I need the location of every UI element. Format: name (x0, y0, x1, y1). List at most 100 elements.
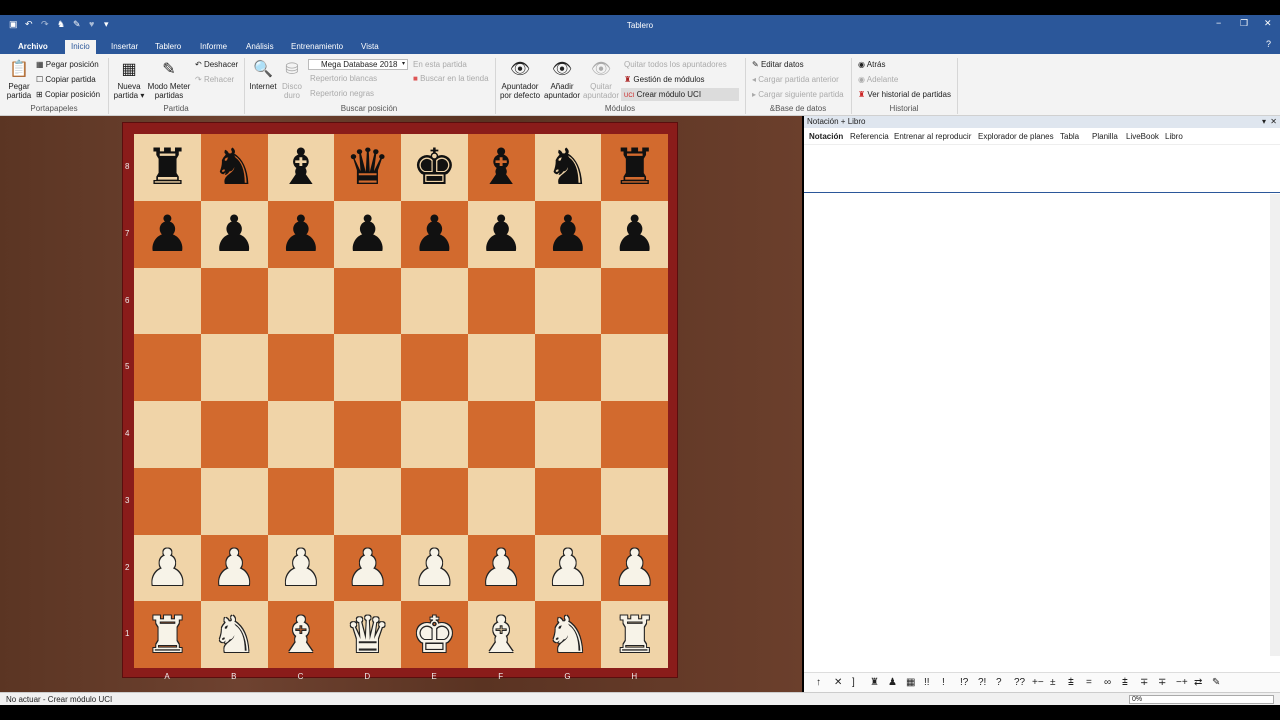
white-pawn[interactable]: ♟ (412, 543, 457, 593)
square-f7[interactable]: ♟ (467, 200, 535, 268)
square-d8[interactable]: ♛ (334, 134, 401, 201)
square-e7[interactable]: ♟ (401, 200, 468, 268)
square-e1[interactable]: ♚ (401, 601, 468, 668)
white-bishop[interactable]: ♝ (278, 610, 323, 660)
square-f6[interactable] (467, 267, 535, 335)
square-f2[interactable]: ♟ (467, 534, 535, 602)
tab-informe[interactable]: Informe (194, 40, 233, 54)
tab-referencia[interactable]: Referencia (850, 132, 889, 141)
white-pawn[interactable]: ♟ (212, 543, 257, 593)
square-e4[interactable] (401, 401, 468, 468)
ver-historial-button[interactable]: ♜ Ver historial de partidas (858, 90, 951, 99)
square-d1[interactable]: ♛ (334, 601, 401, 668)
adelante-button[interactable]: ◉ Adelante (858, 75, 898, 84)
black-pawn[interactable]: ♟ (412, 209, 457, 259)
black-pawn[interactable]: ♟ (612, 209, 657, 259)
pegar-posicion-button[interactable]: ▦ Pegar posición (36, 60, 99, 69)
pegar-partida-button[interactable]: 📋 Pegar partida (4, 58, 34, 100)
black-king[interactable]: ♚ (412, 142, 457, 192)
notation-scrollbar[interactable] (1270, 194, 1280, 656)
white-pawn[interactable]: ♟ (145, 543, 190, 593)
tab-entrenar[interactable]: Entrenar al reproducir (894, 132, 971, 141)
square-h5[interactable] (601, 334, 668, 401)
annotation-button[interactable]: = (1086, 677, 1092, 688)
square-d3[interactable] (334, 467, 401, 535)
tab-insertar[interactable]: Insertar (105, 40, 144, 54)
black-knight[interactable]: ♞ (545, 142, 590, 192)
black-pawn[interactable]: ♟ (345, 209, 390, 259)
annotation-button[interactable]: !? (960, 677, 968, 688)
square-d6[interactable] (334, 267, 401, 335)
square-a3[interactable] (134, 467, 201, 535)
repertorio-blancas-button[interactable]: Repertorio blancas (310, 74, 377, 83)
annotation-button[interactable]: ?! (978, 677, 986, 688)
editar-datos-button[interactable]: ✎ Editar datos (752, 60, 804, 69)
help-icon[interactable]: ? (1266, 39, 1271, 49)
square-a1[interactable]: ♜ (134, 601, 201, 668)
annotation-button[interactable]: ⩲ (1068, 677, 1074, 688)
annotation-button[interactable]: ✕ (834, 677, 842, 688)
annotation-button[interactable]: ∓ (1140, 677, 1148, 688)
internet-button[interactable]: 🔍 Internet (248, 58, 278, 91)
white-rook[interactable]: ♜ (612, 610, 657, 660)
white-pawn[interactable]: ♟ (345, 543, 390, 593)
square-a8[interactable]: ♜ (134, 134, 201, 201)
nueva-partida-button[interactable]: ▦ Nueva partida ▾ (112, 58, 146, 100)
square-c7[interactable]: ♟ (267, 200, 335, 268)
square-b8[interactable]: ♞ (200, 134, 268, 201)
square-g6[interactable] (534, 267, 602, 335)
square-e6[interactable] (401, 267, 468, 335)
anadir-apuntador-button[interactable]: 👁 Añadir apuntador (542, 58, 582, 100)
white-knight[interactable]: ♞ (212, 610, 257, 660)
cargar-siguiente-button[interactable]: ▸ Cargar siguiente partida (752, 90, 844, 99)
tab-tablero[interactable]: Tablero (149, 40, 187, 54)
square-b2[interactable]: ♟ (200, 534, 268, 602)
deshacer-button[interactable]: ↶ Deshacer (195, 60, 238, 69)
white-pawn[interactable]: ♟ (479, 543, 524, 593)
annotation-button[interactable]: ∓ (1158, 677, 1166, 688)
copiar-posicion-button[interactable]: ⊞ Copiar posición (36, 90, 100, 99)
minimize-icon[interactable]: − (1216, 18, 1221, 28)
disco-duro-button[interactable]: ⛁ Disco duro (280, 58, 304, 100)
square-a6[interactable] (134, 267, 201, 335)
white-rook[interactable]: ♜ (145, 610, 190, 660)
square-c5[interactable] (267, 334, 335, 401)
annotation-button[interactable]: ] (852, 677, 855, 688)
square-c4[interactable] (267, 401, 335, 468)
annotation-button[interactable]: ∞ (1104, 677, 1111, 688)
square-c2[interactable]: ♟ (267, 534, 335, 602)
annotation-button[interactable]: ! (942, 677, 945, 688)
square-a2[interactable]: ♟ (134, 534, 201, 602)
annotation-button[interactable]: ♜ (870, 677, 879, 688)
modo-meter-button[interactable]: ✎ Modo Meter partidas (146, 58, 192, 100)
database-select[interactable]: Mega Database 2018 ▾ (308, 59, 408, 70)
square-b5[interactable] (200, 334, 268, 401)
square-c3[interactable] (267, 467, 335, 535)
annotation-button[interactable]: ⩲ (1122, 677, 1128, 688)
close-icon[interactable]: ✕ (1264, 18, 1272, 29)
square-c1[interactable]: ♝ (267, 601, 335, 668)
quitar-todos-button[interactable]: Quitar todos los apuntadores (624, 60, 727, 69)
annotation-button[interactable]: ✎ (1212, 677, 1220, 688)
square-f3[interactable] (467, 467, 535, 535)
tab-planilla[interactable]: Planilla (1092, 132, 1118, 141)
square-g5[interactable] (534, 334, 602, 401)
square-e2[interactable]: ♟ (401, 534, 468, 602)
square-f8[interactable]: ♝ (467, 134, 535, 201)
apuntador-defecto-button[interactable]: 👁 Apuntador por defecto (499, 58, 541, 100)
square-d7[interactable]: ♟ (334, 200, 401, 268)
square-d2[interactable]: ♟ (334, 534, 401, 602)
black-pawn[interactable]: ♟ (145, 209, 190, 259)
square-h3[interactable] (601, 467, 668, 535)
restore-icon[interactable]: ❐ (1240, 18, 1248, 29)
repertorio-negras-button[interactable]: Repertorio negras (310, 89, 374, 98)
square-a7[interactable]: ♟ (134, 200, 201, 268)
annotation-button[interactable]: ⇄ (1194, 677, 1202, 688)
buscar-tienda-button[interactable]: ■ Buscar en la tienda (413, 74, 489, 83)
annotation-button[interactable]: ▦ (906, 677, 915, 688)
square-g1[interactable]: ♞ (534, 601, 602, 668)
tab-vista[interactable]: Vista (355, 40, 385, 54)
square-h6[interactable] (601, 267, 668, 335)
tab-archivo[interactable]: Archivo (12, 40, 54, 54)
cargar-anterior-button[interactable]: ◂ Cargar partida anterior (752, 75, 839, 84)
